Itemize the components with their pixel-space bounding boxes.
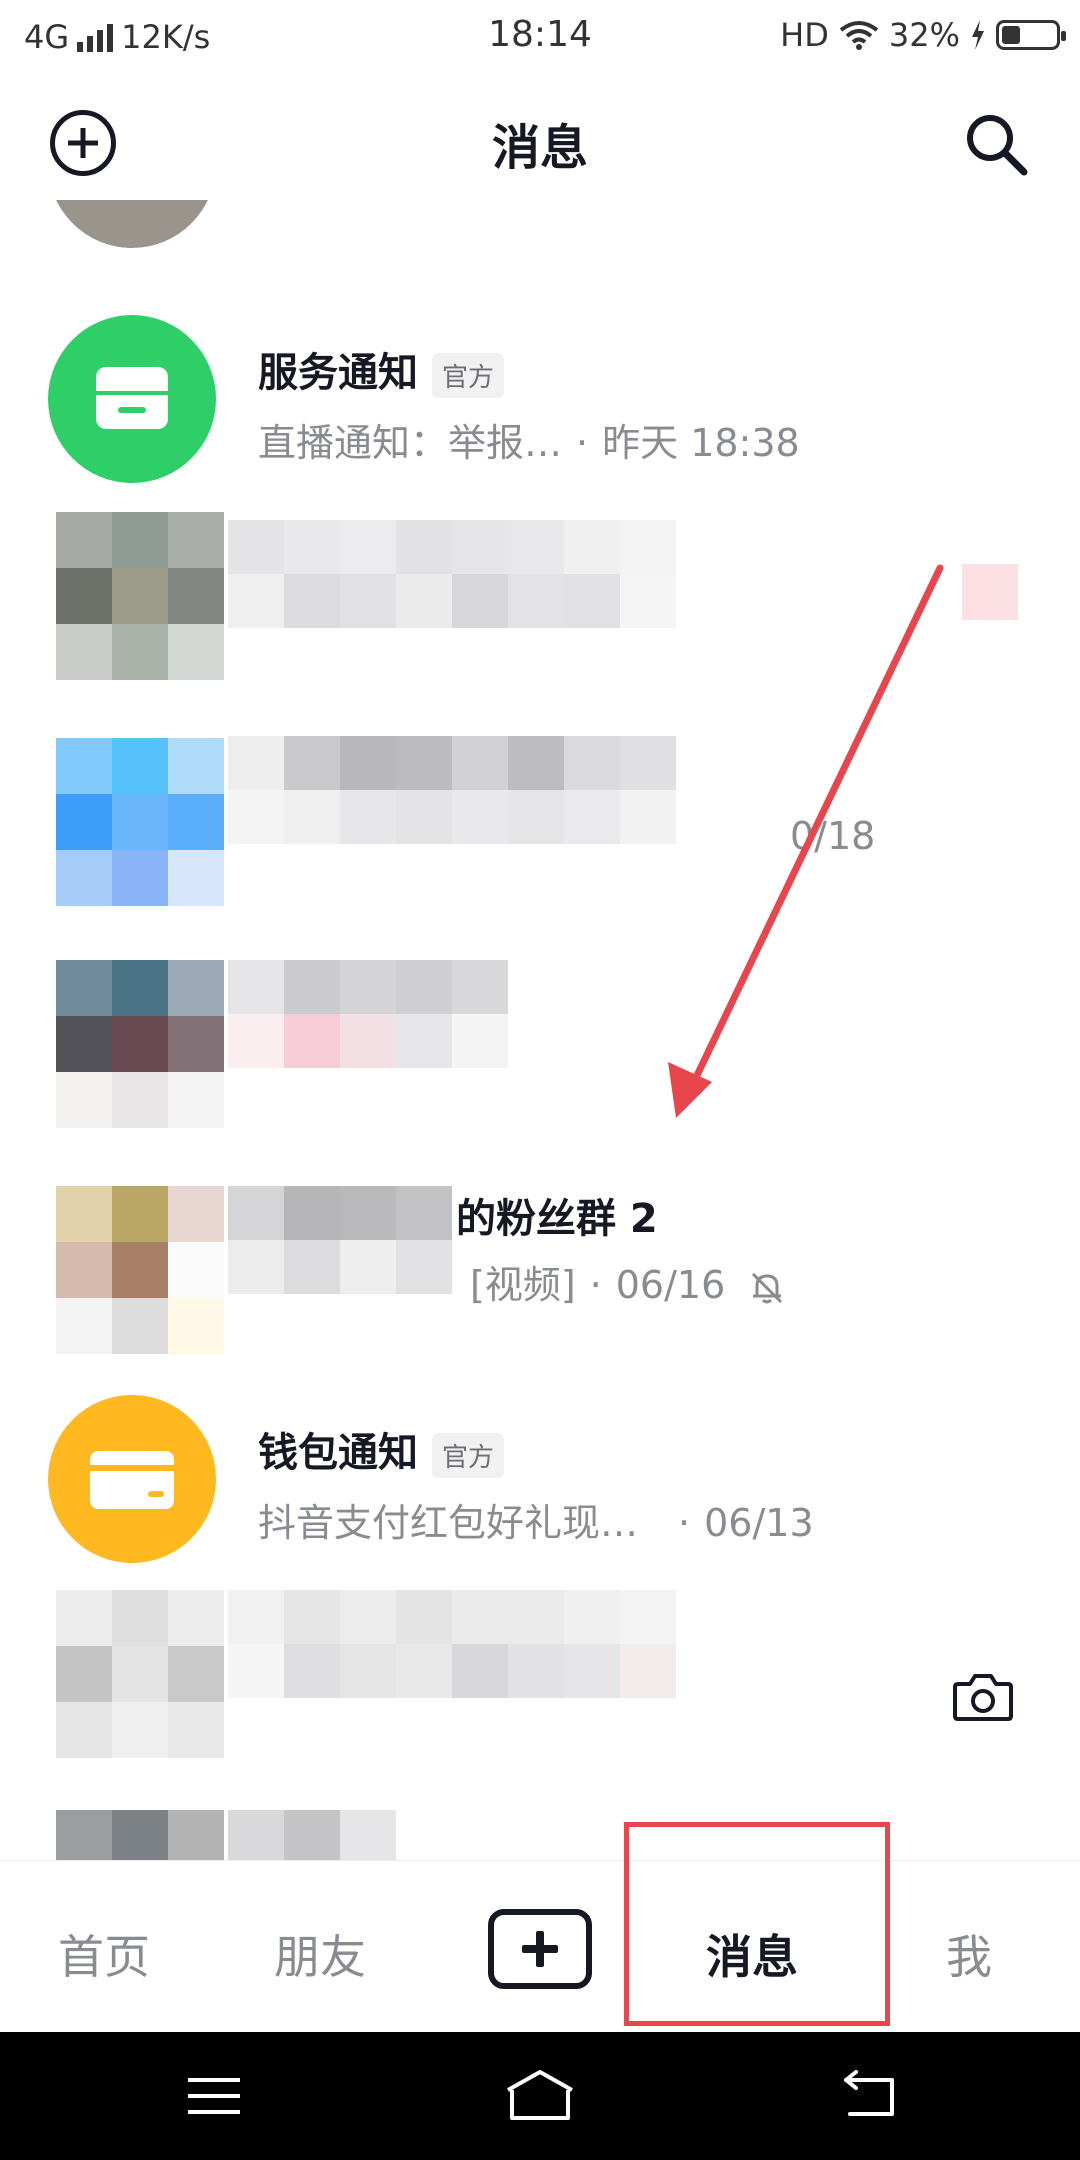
back-icon[interactable] (840, 2070, 900, 2120)
separator-dot: · (576, 421, 589, 465)
tab-me[interactable]: 我 (946, 1921, 992, 1987)
row-subtitle: [视频] · 06/16 (470, 1254, 787, 1309)
message-list: 服务通知 官方 直播通知：举报… · 昨天 18:38 0/18 的粉丝群 2 … (0, 200, 1080, 1860)
blurred-text (228, 1810, 396, 1860)
inbox-icon (96, 367, 168, 429)
highlight-box (624, 1822, 890, 2026)
message-preview: [视频] (470, 1263, 576, 1307)
blurred-text (228, 1186, 452, 1294)
list-item-service-notice[interactable]: 服务通知 官方 直播通知：举报… · 昨天 18:38 (0, 290, 1080, 508)
fan-group-title: 的粉丝群 2 (456, 1196, 658, 1242)
charging-icon (972, 20, 984, 50)
blurred-text (228, 736, 676, 844)
list-item-blurred-3[interactable] (0, 940, 1080, 1158)
message-time: 06/13 (704, 1501, 814, 1545)
row-subtitle: 直播通知：举报… · 昨天 18:38 (258, 412, 800, 467)
blurred-text (228, 960, 508, 1068)
blurred-avatar (56, 1186, 224, 1354)
status-bar: 4G 12K/s 18:14 HD 32% (0, 0, 1080, 74)
blurred-text (228, 1590, 676, 1698)
row-title: 服务通知 官方 (258, 340, 505, 398)
list-item-blurred-2[interactable]: 0/18 (0, 710, 1080, 928)
search-icon[interactable] (962, 110, 1032, 180)
list-item-wallet-notice[interactable]: 钱包通知 官方 抖音支付红包好礼现… · 06/13 (0, 1370, 1080, 1588)
tab-home[interactable]: 首页 (58, 1921, 150, 1987)
list-item-blurred-4[interactable] (0, 1590, 1080, 1808)
wallet-notice-avatar (48, 1395, 216, 1563)
separator-dot: · (589, 1263, 602, 1307)
message-time: 06/16 (615, 1263, 726, 1307)
battery-percent: 32% (888, 16, 960, 54)
row-subtitle: 抖音支付红包好礼现… · 06/13 (258, 1492, 814, 1547)
page-title: 消息 (491, 120, 588, 176)
blurred-avatar (56, 960, 224, 1128)
blurred-avatar (56, 738, 224, 906)
status-right: HD 32% (780, 16, 1066, 54)
separator-dot: · (678, 1501, 691, 1545)
create-button[interactable] (488, 1909, 592, 1989)
blurred-avatar (56, 1810, 224, 1860)
blurred-avatar (56, 1590, 224, 1758)
message-time: 0/18 (790, 814, 876, 858)
card-icon (90, 1451, 174, 1509)
blurred-avatar (56, 512, 224, 680)
official-badge: 官方 (432, 352, 505, 398)
list-item-blurred-5[interactable] (0, 1810, 1080, 1860)
avatar (48, 200, 216, 248)
list-item-fan-group[interactable]: 的粉丝群 2 [视频] · 06/16 (0, 1170, 1080, 1388)
blurred-text (228, 520, 676, 628)
system-nav-bar (0, 2032, 1080, 2160)
home-icon[interactable] (502, 2068, 578, 2124)
menu-icon[interactable] (184, 2074, 244, 2118)
official-badge: 官方 (432, 1432, 505, 1478)
bottom-nav: 首页 朋友 消息 我 (0, 1860, 1080, 2032)
message-preview: 直播通知：举报… (258, 421, 563, 465)
wallet-notice-title: 钱包通知 (258, 1430, 418, 1476)
blurred-badge (962, 564, 1018, 620)
wifi-icon (839, 21, 879, 50)
tab-friends[interactable]: 朋友 (274, 1921, 366, 1987)
service-notice-title: 服务通知 (258, 350, 418, 396)
battery-icon (996, 20, 1066, 50)
message-preview: 抖音支付红包好礼现… (258, 1501, 639, 1545)
service-notice-avatar (48, 315, 216, 483)
hd-indicator: HD (780, 16, 829, 54)
header: 消息 (0, 80, 1080, 200)
mute-bell-icon (752, 1272, 783, 1303)
list-item-blurred-1[interactable] (0, 480, 1080, 698)
camera-icon[interactable] (952, 1670, 1014, 1724)
row-title: 钱包通知 官方 (258, 1420, 505, 1478)
message-time: 昨天 18:38 (602, 421, 800, 465)
